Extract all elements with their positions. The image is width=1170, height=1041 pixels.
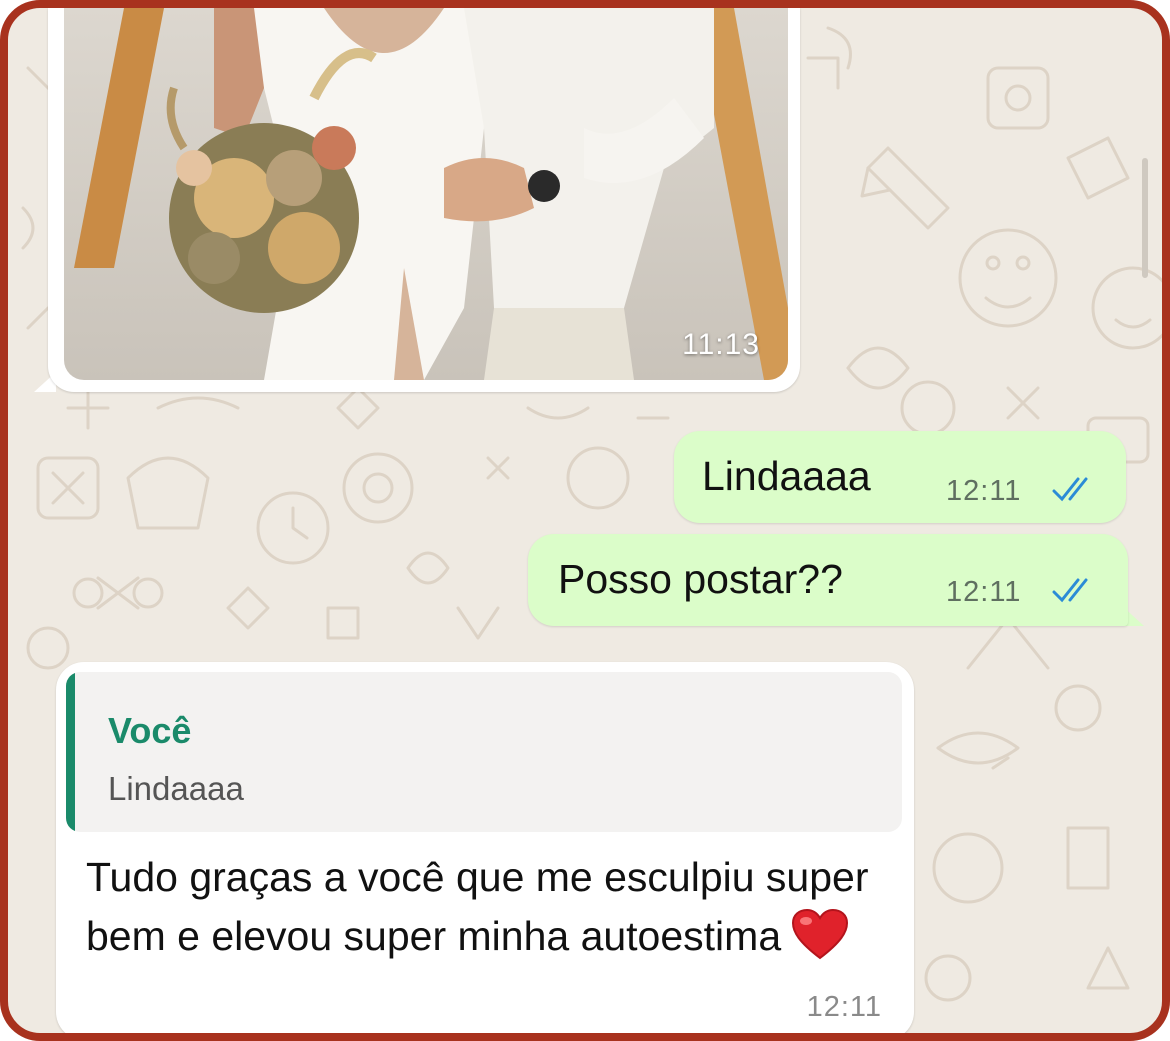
- message-text: Posso postar??: [558, 556, 843, 602]
- message-text: Tudo graças a você que me esculpiu super…: [86, 854, 869, 959]
- heart-emoji-icon: [792, 908, 849, 960]
- double-check-read-icon: [1052, 477, 1088, 502]
- message-timestamp: 12:11: [946, 475, 1022, 507]
- double-check-read-icon: [1052, 578, 1088, 603]
- quoted-message[interactable]: Você Lindaaaa: [66, 672, 902, 832]
- message-text: Lindaaaa: [702, 453, 871, 499]
- image-timestamp: 11:13: [682, 328, 760, 361]
- chat-scrollbar[interactable]: [1142, 158, 1148, 278]
- reply-message-text: Tudo graças a você que me esculpiu super…: [86, 848, 896, 966]
- outgoing-message-bubble[interactable]: Lindaaaa 12:11: [674, 431, 1126, 523]
- quote-author: Você: [108, 710, 192, 751]
- incoming-image-bubble[interactable]: 11:13: [48, 8, 800, 392]
- wedding-photo[interactable]: 11:13: [64, 8, 788, 380]
- chat-frame: 11:13 Lindaaaa 12:11 Posso postar?? 12:1…: [0, 0, 1170, 1041]
- quote-text: Lindaaaa: [108, 770, 244, 807]
- outgoing-message-bubble[interactable]: Posso postar?? 12:11: [528, 534, 1128, 626]
- message-timestamp: 12:11: [946, 576, 1022, 608]
- message-timestamp: 12:11: [806, 991, 882, 1023]
- incoming-reply-bubble[interactable]: Você Lindaaaa Tudo graças a você que me …: [56, 662, 914, 1033]
- quote-accent-bar: [66, 672, 75, 832]
